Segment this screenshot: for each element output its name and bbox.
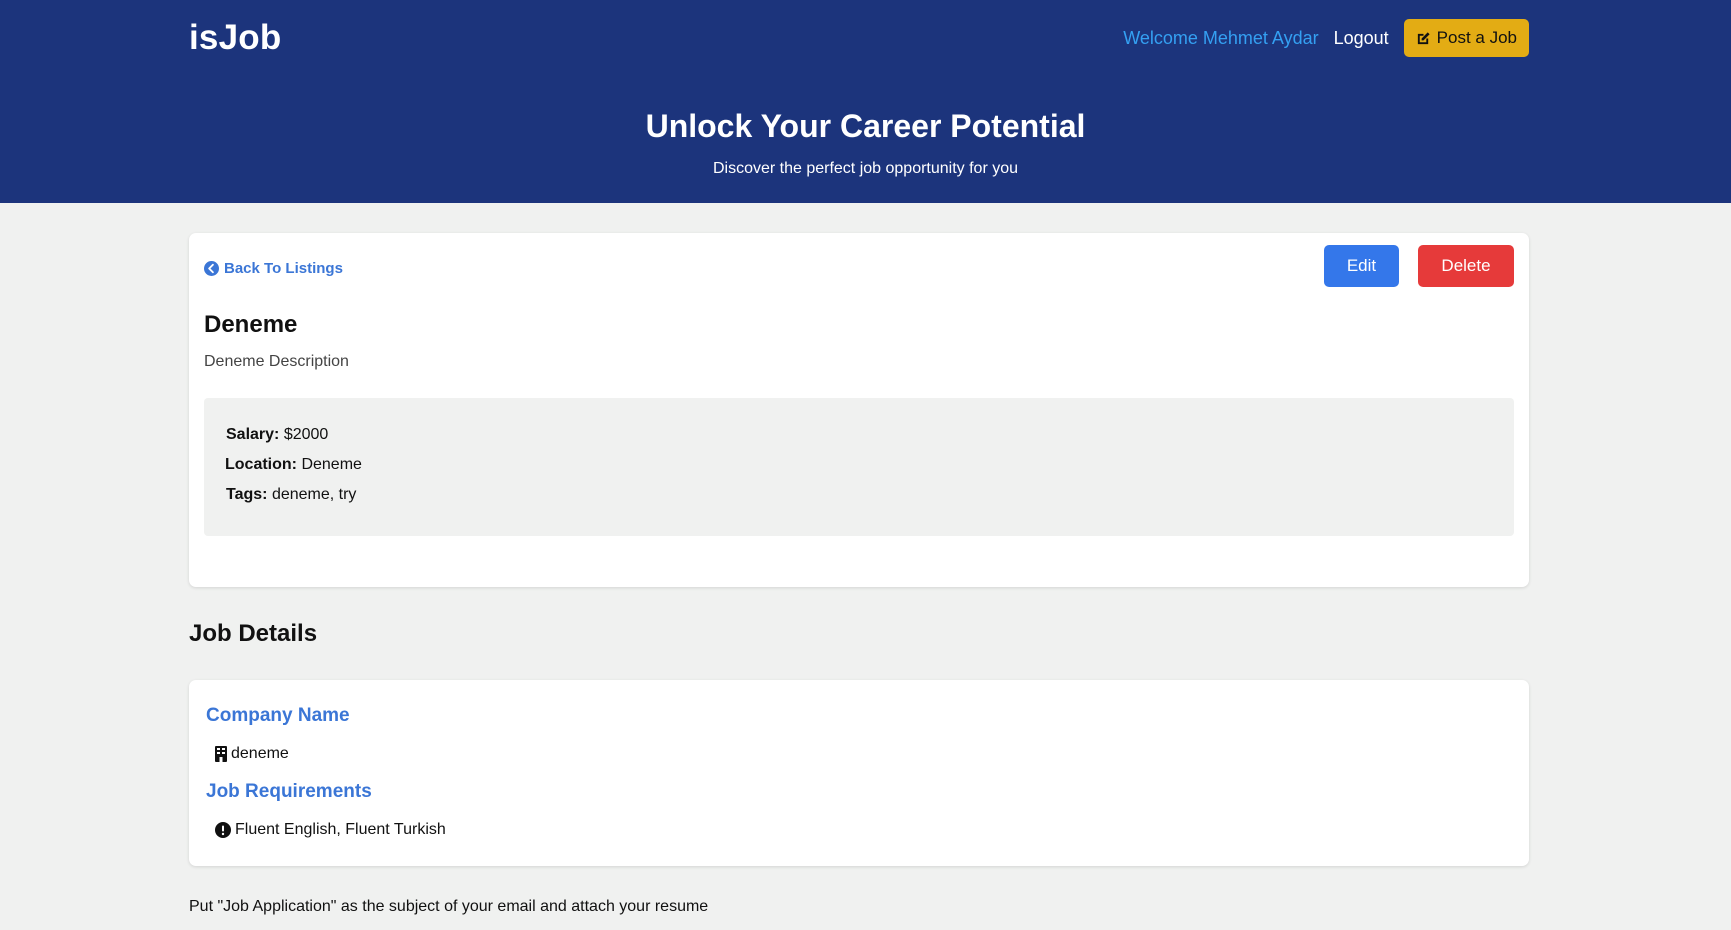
tags-value: deneme, try — [271, 486, 357, 503]
job-requirements-value: Fluent English, Fluent Turkish — [235, 821, 446, 838]
job-details-heading: Job Details — [189, 620, 318, 647]
hero: Unlock Your Career Potential Discover th… — [0, 107, 1731, 179]
job-details-card: Company Name deneme Job Requirements Flu… — [189, 680, 1529, 866]
company-name-heading: Company Name — [206, 705, 350, 726]
post-job-label: Post a Job — [1436, 28, 1517, 47]
navbar: isJob Welcome Mehmet Aydar Logout Post a… — [189, 0, 1529, 76]
edit-icon — [1417, 31, 1430, 44]
site-logo[interactable]: isJob — [189, 18, 281, 58]
job-info-box: Salary: $2000 Location: Deneme Tags: den… — [204, 398, 1514, 536]
application-instructions: Put "Job Application" as the subject of … — [189, 898, 709, 915]
job-title: Deneme — [204, 311, 298, 338]
job-description: Deneme Description — [204, 353, 349, 370]
job-requirements-heading: Job Requirements — [206, 781, 372, 802]
hero-subtitle: Discover the perfect job opportunity for… — [712, 160, 1019, 177]
post-job-button[interactable]: Post a Job — [1403, 19, 1529, 57]
location-value: Deneme — [301, 456, 362, 473]
site-header: isJob Welcome Mehmet Aydar Logout Post a… — [0, 0, 1731, 203]
edit-button[interactable]: Edit — [1324, 245, 1399, 287]
company-name-row: deneme — [215, 745, 289, 763]
location-row: Location: Deneme — [225, 456, 362, 474]
salary-value: $2000 — [283, 426, 329, 443]
company-name-value: deneme — [231, 745, 289, 762]
job-requirements-row: Fluent English, Fluent Turkish — [215, 821, 446, 839]
nav-actions: Welcome Mehmet Aydar Logout Post a Job — [1123, 19, 1529, 57]
exclamation-circle-icon — [215, 822, 231, 838]
building-icon — [215, 746, 227, 762]
delete-button[interactable]: Delete — [1418, 245, 1514, 287]
listing-card: Back To Listings Edit Delete Deneme Dene… — [189, 233, 1529, 587]
arrow-circle-left-icon — [204, 261, 219, 276]
tags-row: Tags: deneme, try — [226, 486, 356, 504]
tags-label: Tags: — [226, 486, 268, 503]
location-label: Location: — [225, 456, 297, 473]
logout-link[interactable]: Logout — [1334, 28, 1389, 49]
back-to-listings-label: Back To Listings — [224, 260, 343, 277]
hero-title: Unlock Your Career Potential — [645, 108, 1086, 144]
back-to-listings-link[interactable]: Back To Listings — [204, 260, 343, 277]
welcome-message: Welcome Mehmet Aydar — [1123, 27, 1319, 48]
salary-label: Salary: — [226, 426, 280, 443]
salary-row: Salary: $2000 — [226, 426, 328, 444]
